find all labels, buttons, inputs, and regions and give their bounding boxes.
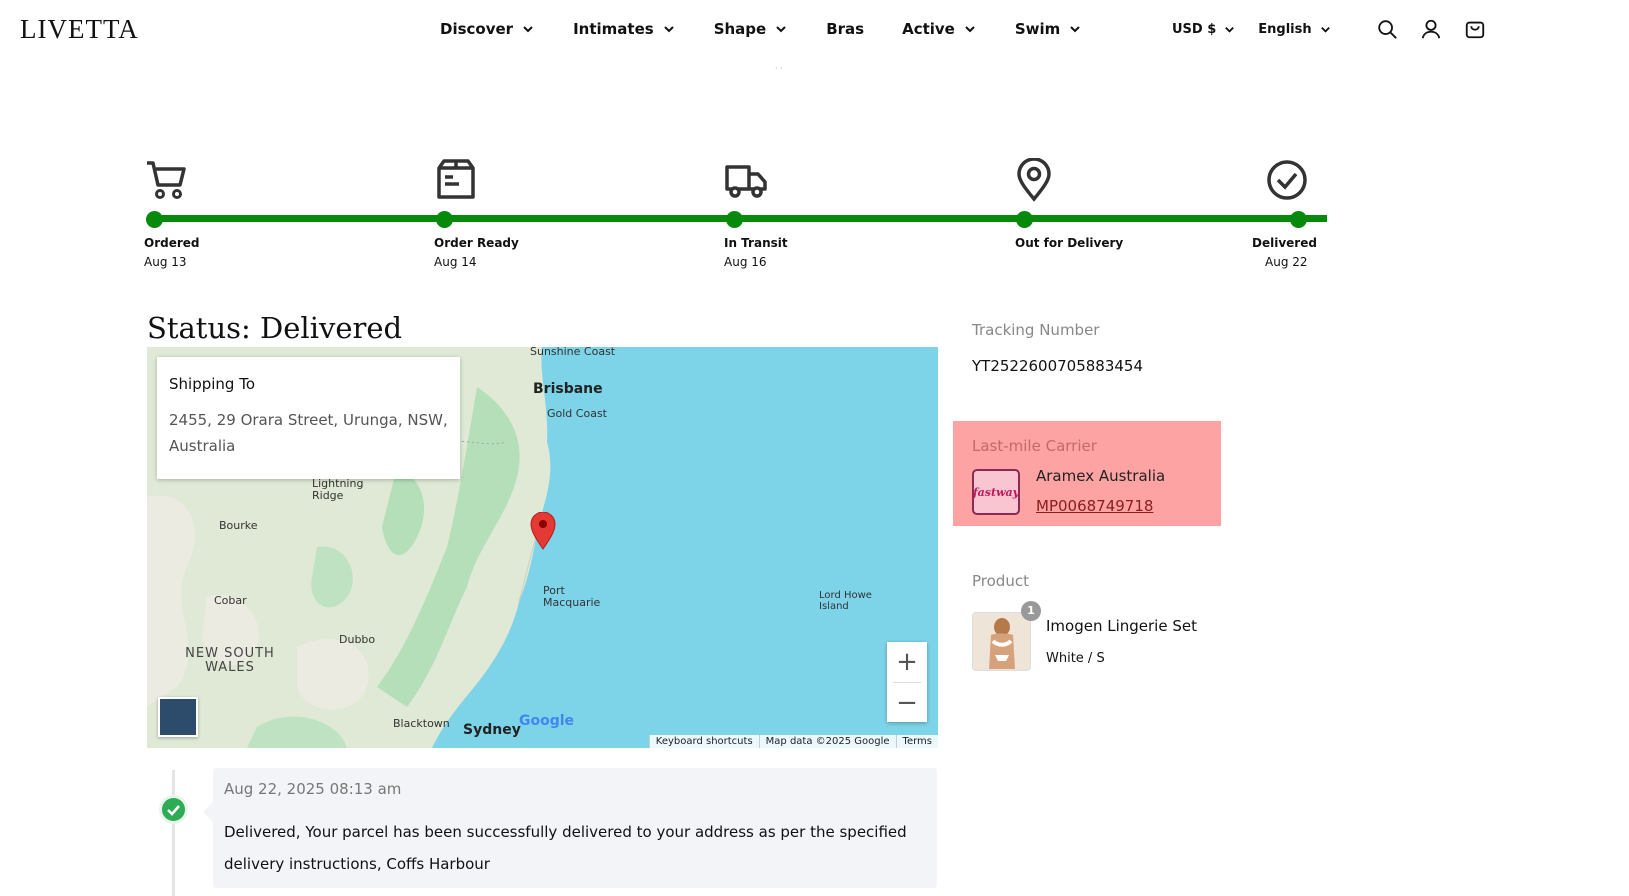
check-icon <box>159 795 188 824</box>
carrier-tracking-link[interactable]: MP0068749718 <box>1036 497 1153 515</box>
google-logo-text: Google <box>519 713 575 729</box>
map-label: Dubbo <box>339 633 376 646</box>
chevron-down-icon <box>776 26 786 33</box>
zoom-out-button[interactable]: − <box>887 683 927 723</box>
step-dot <box>1290 211 1307 228</box>
nav-item-discover[interactable]: Discover <box>440 20 535 38</box>
map-label: Sunshine Coast <box>530 347 616 358</box>
step-label-ordered: Ordered <box>144 236 200 250</box>
map-layer-toggle[interactable] <box>158 697 198 737</box>
nav-item-bras[interactable]: Bras <box>826 20 864 38</box>
google-logo: Google <box>519 713 574 729</box>
product-name[interactable]: Imogen Lingerie Set <box>1046 617 1197 635</box>
chevron-down-icon <box>965 26 975 33</box>
language-selector[interactable]: English <box>1258 22 1331 37</box>
carrier-logo-text: fastway <box>972 485 1020 499</box>
step-date: Aug 16 <box>724 255 767 269</box>
chevron-down-icon <box>663 26 674 33</box>
event-timeline-line <box>172 770 175 896</box>
currency-selector[interactable]: USD $ <box>1172 22 1236 37</box>
map-pin-icon <box>1017 158 1051 202</box>
carrier-label: Last-mile Carrier <box>972 437 1097 455</box>
map-zoom-controls: + − <box>887 642 927 722</box>
nav-label: Active <box>902 20 955 38</box>
step-label-delivered: Delivered <box>1252 236 1317 250</box>
tracking-number: YT2522600705883454 <box>972 357 1144 375</box>
scroll-hint: · · <box>775 64 783 73</box>
site-header: LIVETTA Discover Intimates Shape Bras Ac… <box>0 0 1629 62</box>
delivery-map[interactable]: Sunshine Coast Brisbane Gold Coast Light… <box>147 347 938 748</box>
map-label: Cobar <box>214 594 247 607</box>
cart-icon[interactable] <box>1464 18 1486 40</box>
nav-label: Shape <box>713 20 767 38</box>
step-date: Aug 22 <box>1265 255 1308 269</box>
product-image[interactable] <box>972 612 1031 671</box>
cart-icon <box>147 161 186 199</box>
map-label: Gold Coast <box>547 407 607 420</box>
map-label: Bourke <box>219 519 258 532</box>
main-nav: Discover Intimates Shape Bras Active Swi… <box>440 20 1120 38</box>
shipping-to-card: Shipping To 2455, 29 Orara Street, Urung… <box>157 357 460 479</box>
keyboard-shortcuts-link[interactable]: Keyboard shortcuts <box>648 735 759 748</box>
map-label: NEW SOUTH WALES <box>185 646 275 675</box>
chevron-down-icon <box>523 26 533 33</box>
currency-label: USD $ <box>1172 21 1217 37</box>
nav-label: Discover <box>440 20 514 38</box>
status-title: Status: Delivered <box>147 311 403 345</box>
step-dot <box>146 211 163 228</box>
step-date: Aug 13 <box>144 255 187 269</box>
nav-label: Intimates <box>573 20 654 38</box>
carrier-name: Aramex Australia <box>1036 467 1166 485</box>
map-data-text: Map data ©2025 Google <box>758 735 896 748</box>
product-photo <box>973 613 1030 670</box>
map-label: Sydney <box>463 722 521 738</box>
step-dot <box>436 211 453 228</box>
shipping-address: 2455, 29 Orara Street, Urunga, NSW, Aust… <box>169 411 448 455</box>
tracking-event: Aug 22, 2025 08:13 am Delivered, Your pa… <box>203 768 937 888</box>
tracking-number-label: Tracking Number <box>972 321 1100 339</box>
step-dot <box>1016 211 1033 228</box>
chevron-down-icon <box>1070 26 1081 33</box>
search-icon[interactable] <box>1376 18 1398 40</box>
account-icon[interactable] <box>1420 18 1442 40</box>
language-label: English <box>1258 21 1312 37</box>
chevron-down-icon <box>1225 26 1235 33</box>
truck-icon <box>725 165 767 198</box>
shipping-to-label: Shipping To <box>169 375 255 393</box>
package-icon <box>437 159 475 199</box>
event-description: Delivered, Your parcel has been successf… <box>224 823 907 873</box>
nav-item-shape[interactable]: Shape <box>714 20 789 38</box>
step-date: Aug 14 <box>434 255 477 269</box>
step-dot <box>726 211 743 228</box>
zoom-in-button[interactable]: + <box>887 642 927 682</box>
map-label: Blacktown <box>393 717 450 730</box>
terms-link[interactable]: Terms <box>895 735 938 748</box>
nav-label: Swim <box>1014 20 1061 38</box>
nav-item-intimates[interactable]: Intimates <box>573 20 676 38</box>
location-marker-icon[interactable] <box>530 512 556 550</box>
product-quantity-badge: 1 <box>1021 601 1041 621</box>
map-label: Brisbane <box>533 381 603 397</box>
carrier-card: Last-mile Carrier fastway Aramex Austral… <box>953 421 1221 526</box>
carrier-logo: fastway <box>972 469 1020 515</box>
site-logo[interactable]: LIVETTA <box>20 14 139 45</box>
header-actions: USD $ English <box>1172 18 1486 40</box>
check-circle-icon <box>1267 160 1307 200</box>
chevron-down-icon <box>1320 26 1330 33</box>
nav-item-active[interactable]: Active <box>902 20 977 38</box>
map-label: Lightning Ridge <box>312 477 364 502</box>
event-time: Aug 22, 2025 08:13 am <box>224 780 402 798</box>
step-label-out-for-delivery: Out for Delivery <box>1015 236 1124 250</box>
nav-item-swim[interactable]: Swim <box>1015 20 1082 38</box>
map-label: Lord Howe Island <box>819 590 872 612</box>
map-attribution: Keyboard shortcuts Map data ©2025 Google… <box>648 735 938 748</box>
step-label-in-transit: In Transit <box>724 236 788 250</box>
step-label-order-ready: Order Ready <box>434 236 519 250</box>
product-label: Product <box>972 572 1029 590</box>
nav-label: Bras <box>826 20 865 38</box>
map-label: Port Macquarie <box>543 584 601 609</box>
product-variant: White / S <box>1046 651 1105 666</box>
